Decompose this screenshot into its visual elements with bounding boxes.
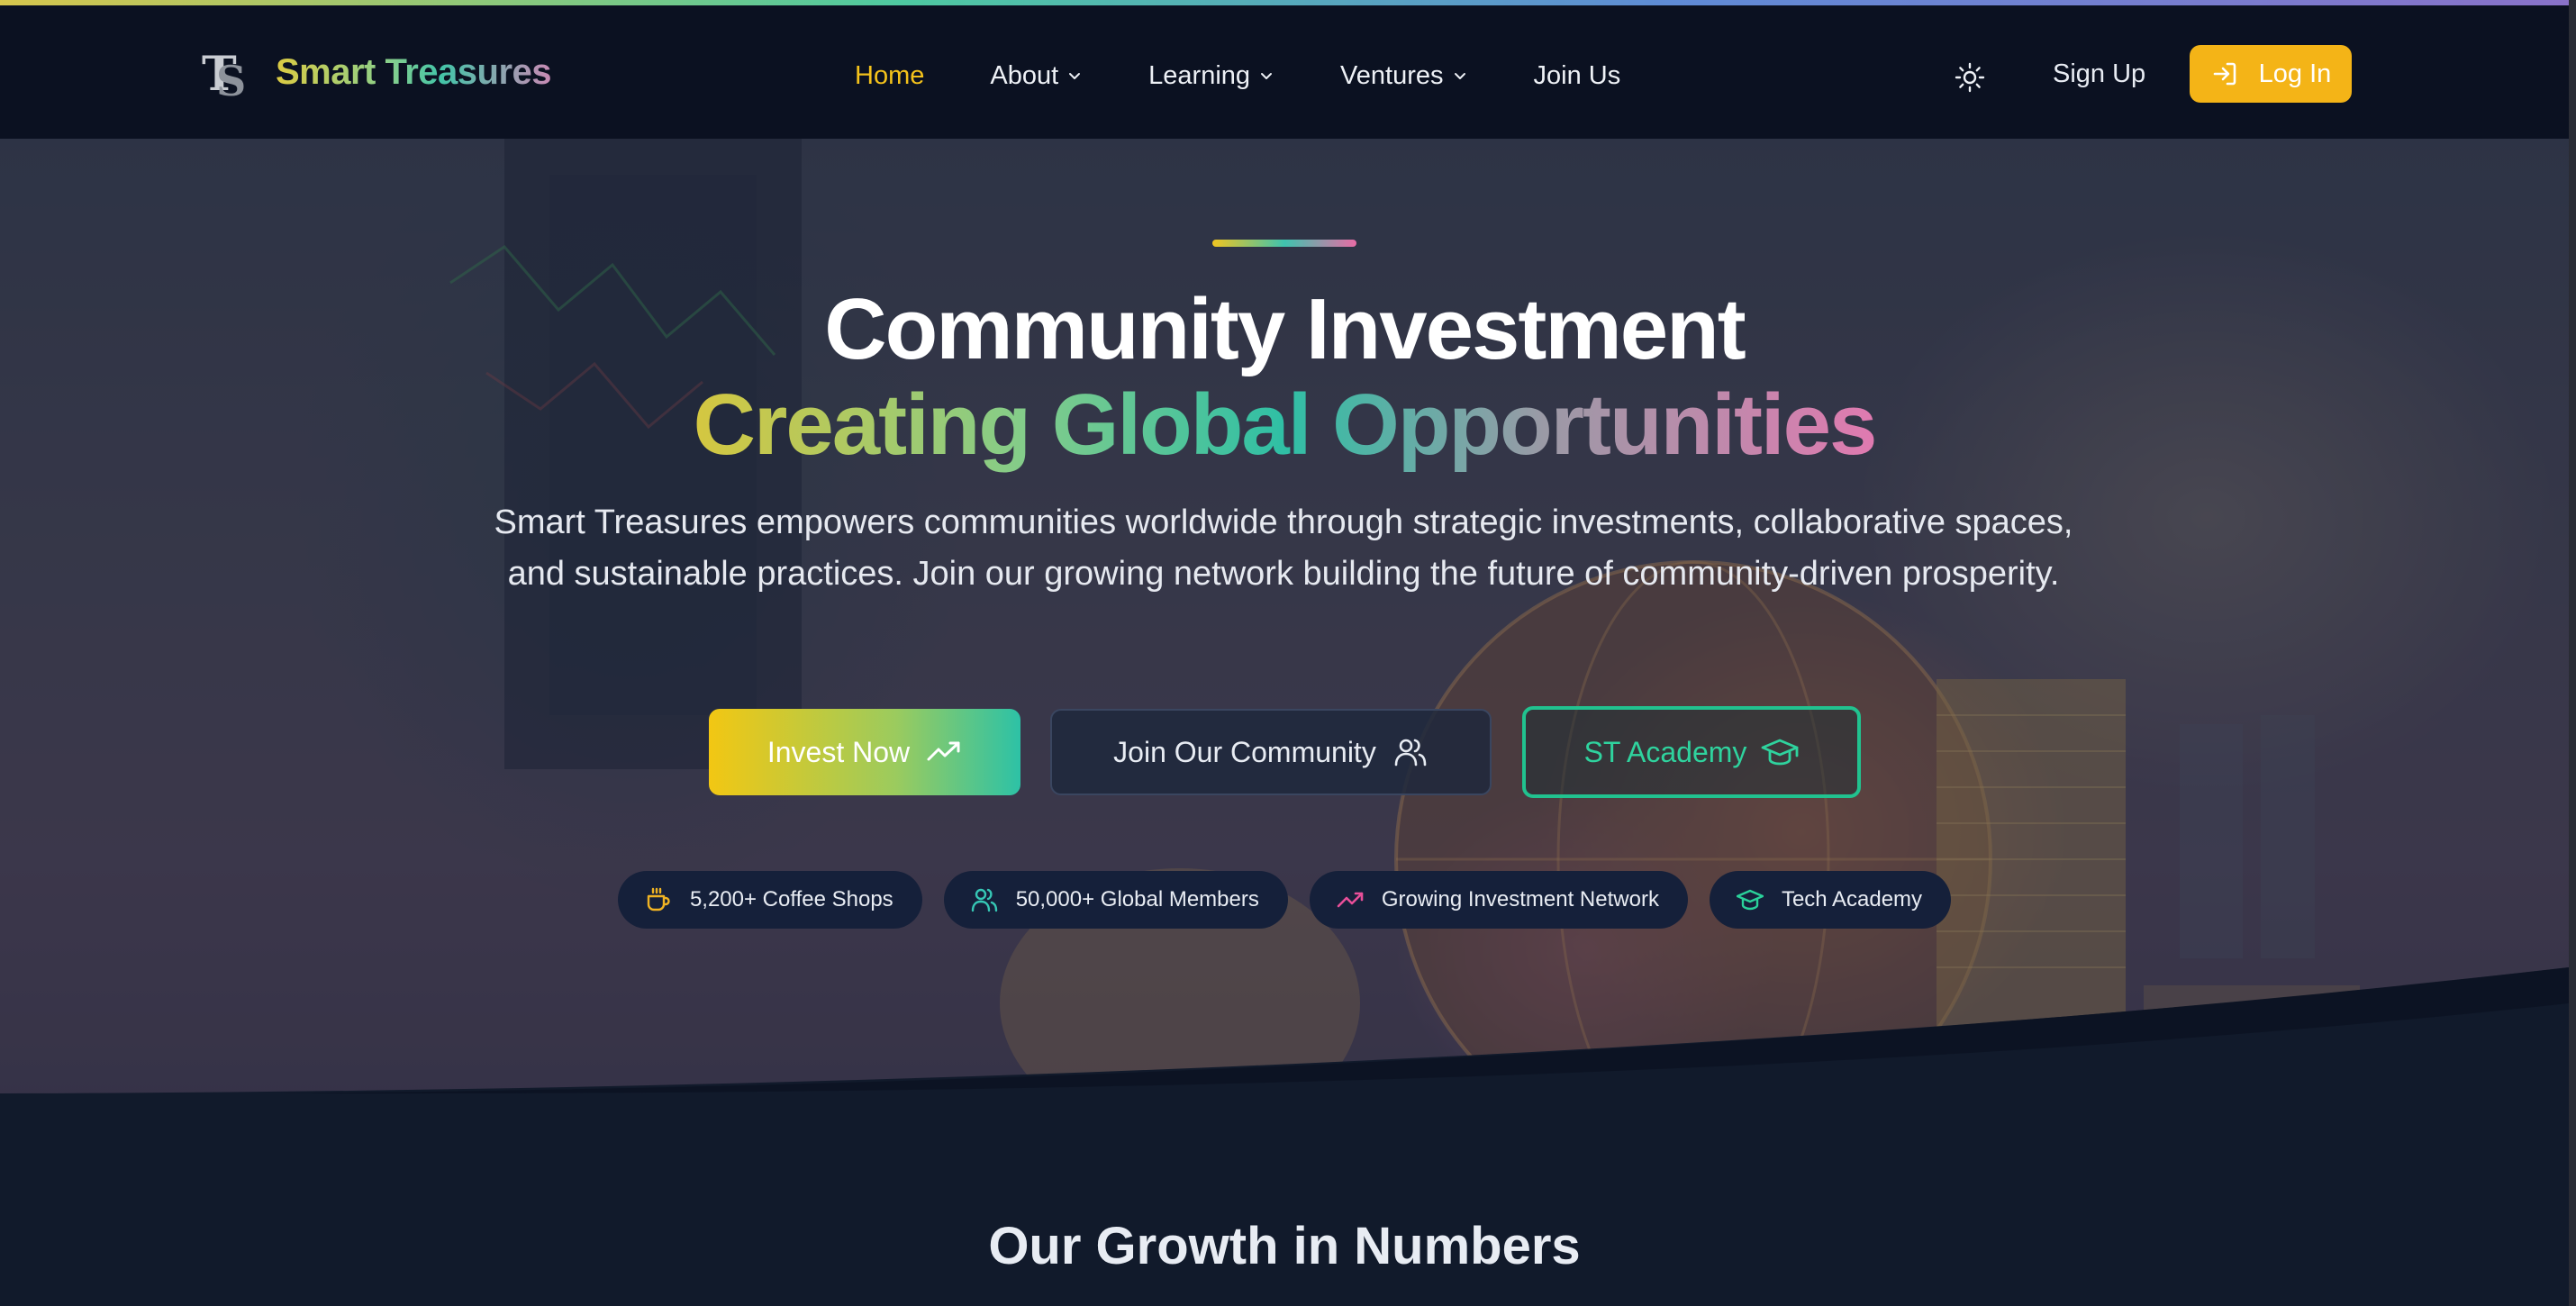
join-community-button[interactable]: Join Our Community	[1050, 709, 1492, 795]
nav-about-label: About	[990, 60, 1059, 90]
join-community-label: Join Our Community	[1113, 735, 1376, 768]
chevron-down-icon	[1454, 73, 1465, 79]
invest-now-button[interactable]: Invest Now	[709, 709, 1020, 795]
nav-ventures[interactable]: Ventures	[1340, 61, 1467, 91]
page: T S Smart Treasures Home About Learning …	[0, 0, 2576, 1306]
pill-coffee-shops: 5,200+ Coffee Shops	[617, 871, 922, 929]
nav-home[interactable]: Home	[855, 61, 924, 91]
svg-text:S: S	[216, 57, 246, 101]
nav-about[interactable]: About	[990, 61, 1083, 91]
pill-investment-network: Growing Investment Network	[1309, 871, 1688, 929]
chevron-down-icon	[1261, 73, 1273, 79]
nav-home-label: Home	[855, 60, 925, 90]
sun-icon[interactable]	[1955, 62, 1985, 93]
login-button[interactable]: Log In	[2190, 45, 2352, 103]
users-icon	[971, 888, 997, 912]
hero-bottom-curve	[0, 967, 2569, 1104]
logo-icon[interactable]: T S	[200, 45, 252, 101]
pill-investment-network-label: Growing Investment Network	[1381, 887, 1659, 911]
hero-accent-bar	[1212, 240, 1356, 247]
hero-stats-pills: 5,200+ Coffee Shops 50,000+ Global Membe…	[0, 871, 2569, 929]
invest-now-label: Invest Now	[766, 735, 911, 768]
top-navigation: T S Smart Treasures Home About Learning …	[0, 5, 2569, 139]
hero-description: Smart Treasures empowers communities wor…	[494, 503, 2073, 593]
hero-title-line1: Community Investment	[824, 281, 1746, 377]
nav-learning[interactable]: Learning	[1148, 61, 1274, 91]
pill-tech-academy-label: Tech Academy	[1781, 887, 1923, 911]
nav-ventures-label: Ventures	[1340, 60, 1444, 90]
signup-link[interactable]: Sign Up	[2053, 59, 2145, 89]
graduation-cap-icon	[1736, 889, 1764, 911]
hero-title-gradient-text: Creating Global Opportunities	[693, 376, 1878, 473]
hero-section: Community Investment Creating Global Opp…	[0, 139, 2569, 1104]
nav-learning-label: Learning	[1148, 60, 1251, 90]
window-edge	[2569, 0, 2576, 1306]
nav-join-us[interactable]: Join Us	[1534, 61, 1621, 91]
nav-join-us-label: Join Us	[1533, 60, 1621, 90]
login-label: Log In	[2258, 59, 2332, 88]
st-academy-button[interactable]: ST Academy	[1522, 706, 1861, 798]
brand-name[interactable]: Smart Treasures	[276, 52, 552, 93]
main-nav: Home About Learning Ventures Join Us	[855, 58, 1686, 94]
section-title: Our Growth in Numbers	[988, 1217, 1581, 1275]
trending-up-icon	[1337, 892, 1364, 908]
pill-global-members: 50,000+ Global Members	[943, 871, 1288, 929]
pill-tech-academy: Tech Academy	[1709, 871, 1952, 929]
hero-title-line2: Creating Global Opportunities	[0, 375, 2569, 476]
trending-up-icon	[927, 741, 960, 761]
pill-global-members-label: 50,000+ Global Members	[1015, 887, 1259, 911]
log-in-icon	[2213, 62, 2236, 86]
pill-coffee-shops-label: 5,200+ Coffee Shops	[689, 887, 893, 911]
chevron-down-icon	[1069, 73, 1081, 79]
graduation-cap-icon	[1762, 739, 1799, 766]
st-academy-label: ST Academy	[1583, 735, 1747, 768]
users-icon	[1394, 739, 1427, 766]
coffee-icon	[647, 887, 670, 911]
